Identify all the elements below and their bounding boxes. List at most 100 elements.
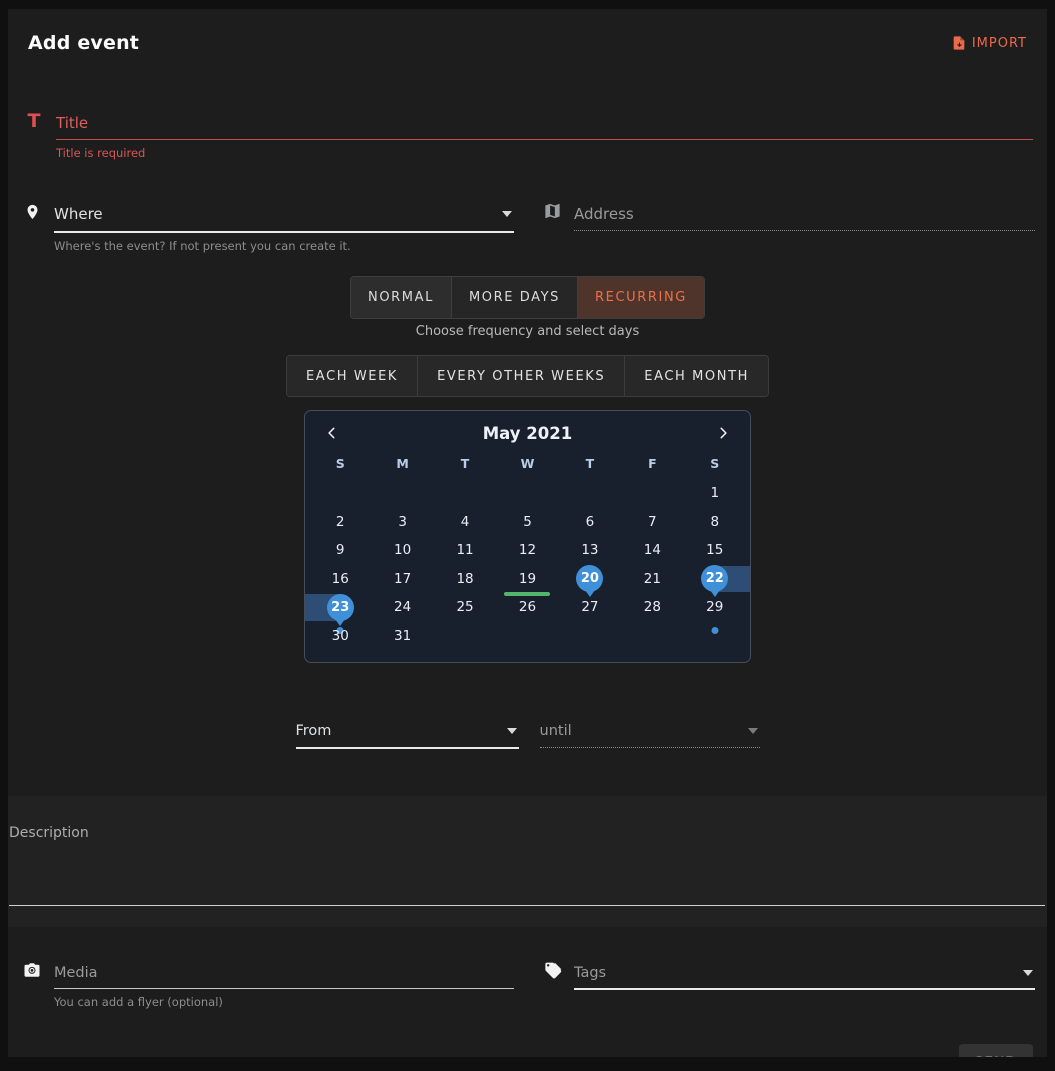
calendar-day-23[interactable]: 23 — [309, 593, 371, 622]
day-number: 24 — [389, 594, 416, 621]
day-number: 11 — [452, 537, 479, 564]
calendar-day-10[interactable]: 10 — [371, 536, 433, 565]
from-time-value: From — [296, 723, 332, 739]
tab-more-days[interactable]: MORE DAYS — [451, 277, 577, 318]
calendar-day-7[interactable]: 7 — [621, 508, 683, 537]
calendar-day-16[interactable]: 16 — [309, 565, 371, 594]
calendar-day-26[interactable]: 26 — [496, 593, 558, 622]
weekday-label: W — [496, 453, 558, 479]
from-time-select[interactable]: From — [296, 719, 519, 749]
location-pin-icon — [20, 201, 44, 253]
calendar-day-19[interactable]: 19 — [496, 565, 558, 594]
calendar-day-12[interactable]: 12 — [496, 536, 558, 565]
calendar-day-25[interactable]: 25 — [434, 593, 496, 622]
chevron-right-icon — [716, 425, 730, 441]
calendar-day-30[interactable]: 30 — [309, 622, 371, 651]
calendar-day-6[interactable]: 6 — [559, 508, 621, 537]
until-time-value: until — [540, 723, 572, 739]
calendar-day-20[interactable]: 20 — [559, 565, 621, 594]
chevron-down-icon — [507, 728, 517, 734]
chevron-down-icon — [502, 211, 512, 217]
calendar-day-2[interactable]: 2 — [309, 508, 371, 537]
calendar-empty-cell — [309, 479, 371, 508]
calendar-day-13[interactable]: 13 — [559, 536, 621, 565]
calendar-day-14[interactable]: 14 — [621, 536, 683, 565]
weekday-label: T — [434, 453, 496, 479]
calendar-month-label: May 2021 — [483, 424, 572, 443]
calendar-day-21[interactable]: 21 — [621, 565, 683, 594]
frequency-each-week[interactable]: EACH WEEK — [287, 356, 417, 396]
day-number: 23 — [327, 594, 354, 621]
day-number: 26 — [514, 594, 541, 621]
tab-recurring[interactable]: RECURRING — [577, 277, 704, 318]
description-section: Description — [8, 796, 1047, 927]
title-input[interactable] — [56, 110, 1033, 140]
calendar-day-24[interactable]: 24 — [371, 593, 433, 622]
calendar-day-18[interactable]: 18 — [434, 565, 496, 594]
import-button[interactable]: IMPORT — [951, 34, 1027, 52]
calendar-empty-cell — [621, 479, 683, 508]
calendar-day-3[interactable]: 3 — [371, 508, 433, 537]
calendar-prev-month-button[interactable] — [321, 421, 343, 445]
day-number: 21 — [639, 565, 666, 592]
where-helper-text: Where's the event? If not present you ca… — [54, 239, 514, 253]
title-error-text: Title is required — [56, 146, 1033, 160]
page-title: Add event — [28, 32, 139, 54]
calendar-day-17[interactable]: 17 — [371, 565, 433, 594]
frequency-each-month[interactable]: EACH MONTH — [624, 356, 768, 396]
weekday-label: S — [684, 453, 746, 479]
media-input[interactable] — [54, 961, 514, 989]
tab-normal[interactable]: NORMAL — [351, 277, 451, 318]
day-number: 19 — [514, 565, 541, 592]
calendar-day-29[interactable]: 29 — [684, 593, 746, 622]
tags-select[interactable]: Tags — [574, 961, 1035, 990]
calendar-empty-cell — [496, 479, 558, 508]
day-number: 8 — [701, 508, 728, 535]
where-value: Where — [54, 205, 103, 223]
day-number: 25 — [452, 594, 479, 621]
calendar-empty-cell — [559, 479, 621, 508]
chevron-left-icon — [325, 425, 339, 441]
calendar-day-28[interactable]: 28 — [621, 593, 683, 622]
camera-icon — [20, 961, 44, 1009]
calendar-header: May 2021 — [309, 419, 746, 447]
window-frame: Add event IMPORT T Title is required — [0, 0, 1055, 1071]
calendar-day-31[interactable]: 31 — [371, 622, 433, 651]
day-number: 4 — [452, 508, 479, 535]
day-number: 16 — [327, 565, 354, 592]
address-input[interactable] — [574, 201, 1035, 231]
calendar-day-4[interactable]: 4 — [434, 508, 496, 537]
send-button[interactable]: SEND — [959, 1044, 1033, 1057]
description-textarea[interactable] — [9, 841, 1045, 906]
calendar-day-5[interactable]: 5 — [496, 508, 558, 537]
day-number: 12 — [514, 537, 541, 564]
frequency-options: EACH WEEK EVERY OTHER WEEKS EACH MONTH — [20, 355, 1035, 397]
where-select[interactable]: Where — [54, 201, 514, 233]
calendar-day-15[interactable]: 15 — [684, 536, 746, 565]
map-icon — [540, 201, 564, 253]
import-label: IMPORT — [972, 36, 1027, 51]
add-event-dialog: Add event IMPORT T Title is required — [8, 9, 1047, 1057]
weekday-label: M — [371, 453, 433, 479]
calendar-day-27[interactable]: 27 — [559, 593, 621, 622]
calendar-day-9[interactable]: 9 — [309, 536, 371, 565]
day-number: 14 — [639, 537, 666, 564]
frequency-helper-text: Choose frequency and select days — [20, 324, 1035, 339]
weekday-label: S — [309, 453, 371, 479]
frequency-every-other-weeks[interactable]: EVERY OTHER WEEKS — [417, 356, 624, 396]
title-icon: T — [22, 110, 46, 132]
media-tags-row: You can add a flyer (optional) Tags — [20, 961, 1035, 1009]
event-dot — [711, 627, 718, 634]
calendar-day-22[interactable]: 22 — [684, 565, 746, 594]
until-time-select[interactable]: until — [540, 719, 760, 748]
media-helper-text: You can add a flyer (optional) — [54, 995, 514, 1009]
calendar-day-1[interactable]: 1 — [684, 479, 746, 508]
location-row: Where Where's the event? If not present … — [20, 201, 1035, 253]
day-number: 20 — [576, 565, 603, 592]
day-number: 9 — [327, 537, 354, 564]
calendar-next-month-button[interactable] — [712, 421, 734, 445]
weekday-label: T — [559, 453, 621, 479]
calendar-day-8[interactable]: 8 — [684, 508, 746, 537]
description-label: Description — [9, 825, 1045, 841]
calendar-day-11[interactable]: 11 — [434, 536, 496, 565]
